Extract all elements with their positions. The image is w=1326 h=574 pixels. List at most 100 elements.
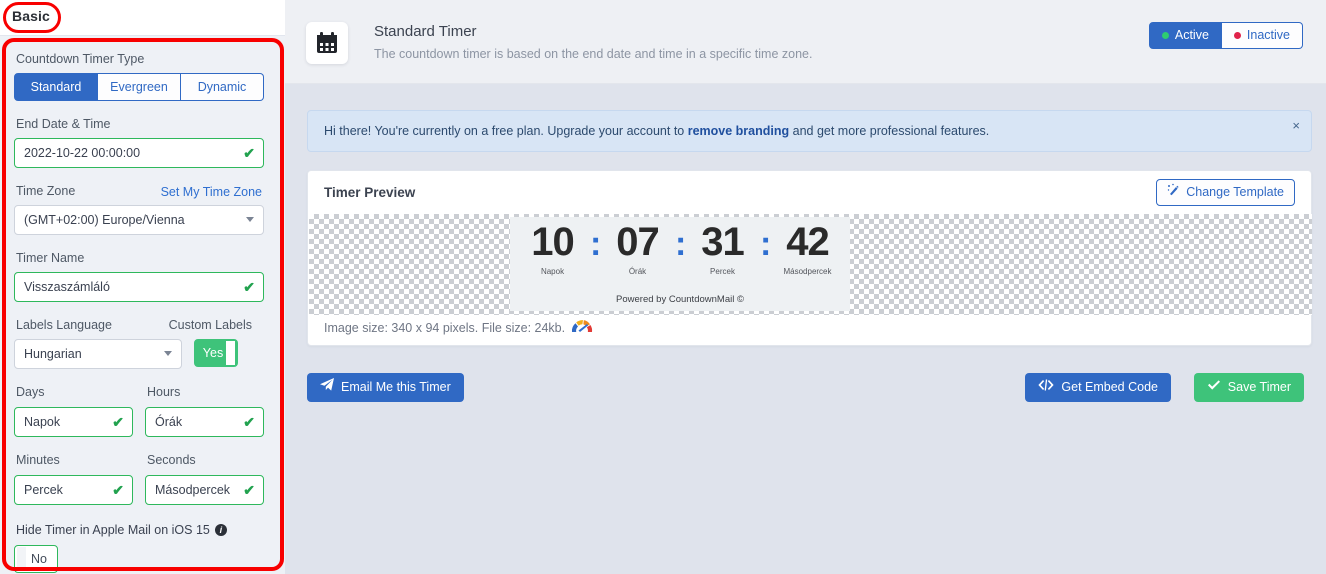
tab-basic[interactable]: Basic [12, 8, 50, 24]
status-active-button[interactable]: Active [1148, 22, 1222, 49]
valid-check-icon: ✔ [243, 279, 255, 295]
calendar-icon [306, 22, 348, 64]
minutes-number: 31 [701, 220, 745, 264]
valid-check-icon: ✔ [243, 145, 255, 161]
countdown-hours: 07 Órák [600, 219, 675, 276]
save-timer-button[interactable]: Save Timer [1193, 373, 1304, 402]
countdown-timer-image: 10 Napok : 07 Órák : 31 Percek : 42 Máso… [510, 217, 850, 311]
labels-language-select[interactable]: Hungarian [14, 339, 182, 369]
seconds-input[interactable]: Másodpercek ✔ [145, 475, 264, 505]
timer-type-label: Countdown Timer Type [16, 52, 145, 66]
image-info: Image size: 340 x 94 pixels. File size: … [324, 319, 593, 336]
timer-type-dynamic[interactable]: Dynamic [181, 73, 264, 101]
status-inactive-dot-icon [1233, 32, 1241, 39]
end-date-label: End Date & Time [16, 117, 111, 131]
days-caption: Napok [540, 267, 565, 276]
timer-name-label: Timer Name [16, 251, 85, 265]
days-value: Napok [24, 415, 61, 429]
labels-language-label-row: Labels Language Custom Labels [14, 318, 264, 333]
hours-number: 07 [616, 220, 660, 264]
alert-message: Hi there! You're currently on a free pla… [324, 111, 989, 151]
valid-check-icon: ✔ [112, 482, 124, 498]
close-icon[interactable]: × [1292, 118, 1300, 133]
hours-caption: Órák [628, 267, 647, 276]
alert-text-before: Hi there! You're currently on a free pla… [324, 124, 688, 138]
time-zone-label: Time Zone [16, 184, 76, 198]
transparency-checkerboard: 10 Napok : 07 Órák : 31 Percek : 42 Máso… [309, 214, 1312, 315]
custom-labels-toggle[interactable]: Yes [194, 339, 238, 367]
embed-button-label: Get Embed Code [1061, 380, 1158, 394]
status-toggle-group[interactable]: Active Inactive [1148, 22, 1303, 49]
set-my-time-zone-link[interactable]: Set My Time Zone [161, 185, 262, 199]
sidebar-panel: Basic Countdown Timer Type Standard Ever… [0, 0, 285, 574]
minutes-caption: Percek [710, 267, 735, 276]
chevron-down-icon [246, 217, 254, 222]
toggle-knob [17, 547, 26, 571]
end-date-input[interactable]: 2022-10-22 00:00:00 ✔ [14, 138, 264, 168]
toggle-knob [226, 341, 235, 365]
hide-timer-label: Hide Timer in Apple Mail on iOS 15 [16, 523, 210, 537]
paper-plane-icon [320, 374, 334, 401]
timer-name-input[interactable]: Visszaszámláló ✔ [14, 272, 264, 302]
page-header: Standard Timer The countdown timer is ba… [285, 0, 1326, 84]
image-info-text: Image size: 340 x 94 pixels. File size: … [324, 320, 566, 335]
hours-input[interactable]: Órák ✔ [145, 407, 264, 437]
alert-text-after: and get more professional features. [789, 124, 990, 138]
days-input[interactable]: Napok ✔ [14, 407, 133, 437]
code-icon [1038, 374, 1055, 401]
minutes-value: Percek [24, 483, 63, 497]
info-icon[interactable]: i [214, 524, 227, 536]
separator-icon: : [675, 225, 687, 263]
get-embed-code-button[interactable]: Get Embed Code [1025, 373, 1171, 402]
main-content: Standard Timer The countdown timer is ba… [285, 0, 1326, 574]
speed-gauge-icon [571, 319, 593, 336]
timer-type-group[interactable]: Standard Evergreen Dynamic [14, 73, 264, 101]
timer-type-evergreen[interactable]: Evergreen [98, 73, 181, 101]
hide-timer-toggle-value: No [31, 552, 47, 566]
seconds-number: 42 [786, 220, 830, 264]
change-template-label: Change Template [1186, 185, 1284, 199]
seconds-value: Másodpercek [155, 483, 231, 497]
hide-timer-toggle[interactable]: No [14, 545, 58, 573]
chevron-down-icon [164, 351, 172, 356]
page-subtitle: The countdown timer is based on the end … [374, 47, 813, 61]
time-zone-label-row: Time Zone Set My Time Zone [14, 184, 264, 199]
check-icon [1207, 374, 1221, 401]
end-date-value: 2022-10-22 00:00:00 [24, 146, 141, 160]
custom-labels-label: Custom Labels [168, 318, 252, 332]
valid-check-icon: ✔ [243, 482, 255, 498]
minutes-label: Minutes [16, 453, 60, 467]
hide-timer-label-row: Hide Timer in Apple Mail on iOS 15 i [16, 523, 264, 537]
valid-check-icon: ✔ [243, 414, 255, 430]
seconds-label: Seconds [147, 453, 196, 467]
time-zone-select[interactable]: (GMT+02:00) Europe/Vienna [14, 205, 264, 235]
magic-wand-icon [1167, 180, 1180, 205]
basic-settings-form: Countdown Timer Type Standard Evergreen … [0, 38, 278, 574]
email-me-this-timer-button[interactable]: Email Me this Timer [307, 373, 464, 402]
separator-icon: : [760, 225, 772, 263]
hours-label: Hours [147, 385, 181, 399]
timer-name-value: Visszaszámláló [24, 280, 110, 294]
save-button-label: Save Timer [1227, 380, 1291, 394]
free-plan-alert: Hi there! You're currently on a free pla… [307, 110, 1312, 152]
valid-check-icon: ✔ [112, 414, 124, 430]
hours-value: Órák [155, 415, 183, 429]
change-template-button[interactable]: Change Template [1156, 179, 1295, 206]
email-button-label: Email Me this Timer [341, 380, 451, 394]
timer-type-standard[interactable]: Standard [14, 73, 98, 101]
preview-title: Timer Preview [324, 185, 416, 200]
labels-language-label: Labels Language [16, 318, 112, 332]
timer-preview-card: Timer Preview Change Template 10 Napok:… [307, 170, 1312, 346]
minutes-input[interactable]: Percek ✔ [14, 475, 133, 505]
sidebar-tabstrip: Basic [0, 0, 285, 36]
seconds-caption: Másodpercek [783, 267, 832, 276]
status-active-label: Active [1174, 28, 1209, 42]
status-inactive-button[interactable]: Inactive [1221, 22, 1303, 49]
powered-by-text: Powered by CountdownMail © [616, 294, 744, 305]
remove-branding-link[interactable]: remove branding [688, 124, 789, 138]
countdown-seconds: 42 Másodpercek [770, 219, 845, 276]
countdown-minutes: 31 Percek [685, 219, 760, 276]
separator-icon: : [590, 225, 602, 263]
time-zone-value: (GMT+02:00) Europe/Vienna [24, 213, 185, 227]
countdown-days: 10 Napok [515, 219, 590, 276]
